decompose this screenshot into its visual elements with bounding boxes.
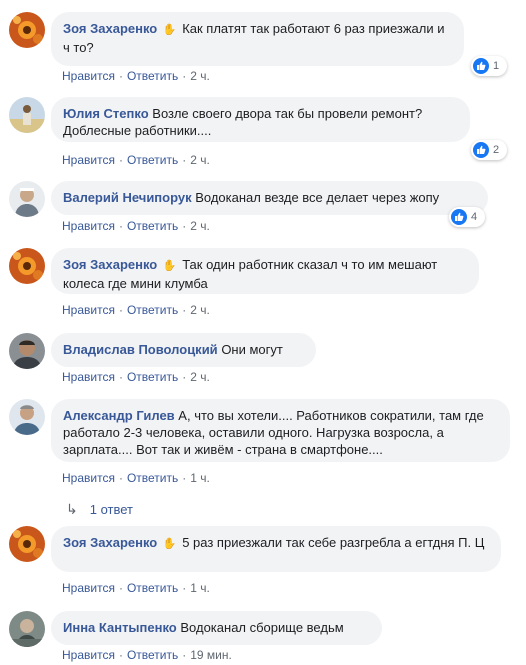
avatar[interactable]: [9, 526, 45, 562]
like-link[interactable]: Нравится: [62, 219, 115, 233]
comment-bubble: Александр Гилев А, что вы хотели.... Раб…: [51, 399, 510, 462]
comment-bubble: Юлия Степко Возле своего двора так бы пр…: [51, 97, 470, 142]
reply-link[interactable]: Ответить: [127, 219, 178, 233]
author-name[interactable]: Александр Гилев: [63, 408, 175, 423]
avatar[interactable]: [9, 399, 45, 435]
avatar[interactable]: [9, 97, 45, 133]
view-replies-link[interactable]: ↳ 1 ответ: [66, 501, 133, 518]
comment-actions: Нравится · Ответить · 1 ч.: [62, 471, 210, 485]
comment-text: Водоканал везде все делает через жопу: [195, 190, 440, 205]
like-link[interactable]: Нравится: [62, 648, 115, 662]
comment-bubble: Зоя Захаренко ✋ Так один работник сказал…: [51, 248, 479, 294]
author-name[interactable]: Зоя Захаренко: [63, 257, 157, 272]
timestamp[interactable]: 2 ч.: [190, 69, 210, 83]
waving-hand-icon: ✋: [162, 260, 177, 272]
comment-actions: Нравится · Ответить · 2 ч.: [62, 153, 210, 167]
comment-bubble: Валерий Нечипорук Водоканал везде все де…: [51, 181, 488, 215]
reply-link[interactable]: Ответить: [127, 153, 178, 167]
reaction-count[interactable]: 2: [471, 140, 507, 160]
reply-link[interactable]: Ответить: [127, 581, 178, 595]
avatar[interactable]: [9, 12, 45, 48]
thumbs-up-icon: [473, 58, 489, 74]
comment-actions: Нравится · Ответить · 1 ч.: [62, 581, 210, 595]
reaction-count[interactable]: 1: [471, 56, 507, 76]
comment-actions: Нравится · Ответить · 2 ч.: [62, 219, 210, 233]
comment-bubble: Владислав Поволоцкий Они могут: [51, 333, 316, 367]
timestamp[interactable]: 2 ч.: [190, 153, 210, 167]
replies-count[interactable]: 1 ответ: [90, 502, 133, 517]
like-link[interactable]: Нравится: [62, 69, 115, 83]
author-name[interactable]: Владислав Поволоцкий: [63, 342, 218, 357]
reply-link[interactable]: Ответить: [127, 69, 178, 83]
comment-bubble: Зоя Захаренко ✋ 5 раз приезжали так себе…: [51, 526, 501, 572]
avatar[interactable]: [9, 333, 45, 369]
reaction-number: 4: [471, 211, 478, 223]
avatar[interactable]: [9, 181, 45, 217]
author-name[interactable]: Юлия Степко: [63, 106, 149, 121]
timestamp[interactable]: 2 ч.: [190, 370, 210, 384]
reaction-number: 1: [493, 60, 500, 72]
timestamp[interactable]: 2 ч.: [190, 303, 210, 317]
comment-actions: Нравится · Ответить · 19 мин.: [62, 648, 232, 662]
timestamp[interactable]: 1 ч.: [190, 471, 210, 485]
comment-bubble: Зоя Захаренко ✋ Как платят так работают …: [51, 12, 464, 66]
timestamp[interactable]: 19 мин.: [190, 648, 232, 662]
like-link[interactable]: Нравится: [62, 303, 115, 317]
waving-hand-icon: ✋: [162, 24, 177, 36]
reply-link[interactable]: Ответить: [127, 471, 178, 485]
comment-actions: Нравится · Ответить · 2 ч.: [62, 303, 210, 317]
waving-hand-icon: ✋: [162, 538, 177, 550]
reply-link[interactable]: Ответить: [127, 370, 178, 384]
avatar[interactable]: [9, 248, 45, 284]
like-link[interactable]: Нравится: [62, 153, 115, 167]
thumbs-up-icon: [451, 209, 467, 225]
reply-arrow-icon: ↳: [66, 501, 78, 517]
reply-link[interactable]: Ответить: [127, 303, 178, 317]
comment-text: Водоканал сборище ведьм: [180, 620, 344, 635]
reaction-number: 2: [493, 144, 500, 156]
author-name[interactable]: Зоя Захаренко: [63, 535, 157, 550]
like-link[interactable]: Нравится: [62, 471, 115, 485]
comment-text: Они могут: [221, 342, 283, 357]
comment-bubble: Инна Кантыпенко Водоканал сборище ведьм: [51, 611, 382, 645]
comment-text: 5 раз приезжали так себе разгребла а егт…: [182, 535, 485, 550]
thumbs-up-icon: [473, 142, 489, 158]
avatar[interactable]: [9, 611, 45, 647]
comment-actions: Нравится · Ответить · 2 ч.: [62, 370, 210, 384]
comment-actions: Нравится · Ответить · 2 ч.: [62, 69, 210, 83]
timestamp[interactable]: 2 ч.: [190, 219, 210, 233]
like-link[interactable]: Нравится: [62, 370, 115, 384]
author-name[interactable]: Валерий Нечипорук: [63, 190, 192, 205]
author-name[interactable]: Инна Кантыпенко: [63, 620, 177, 635]
author-name[interactable]: Зоя Захаренко: [63, 21, 157, 36]
timestamp[interactable]: 1 ч.: [190, 581, 210, 595]
reply-link[interactable]: Ответить: [127, 648, 178, 662]
like-link[interactable]: Нравится: [62, 581, 115, 595]
reaction-count[interactable]: 4: [449, 207, 485, 227]
